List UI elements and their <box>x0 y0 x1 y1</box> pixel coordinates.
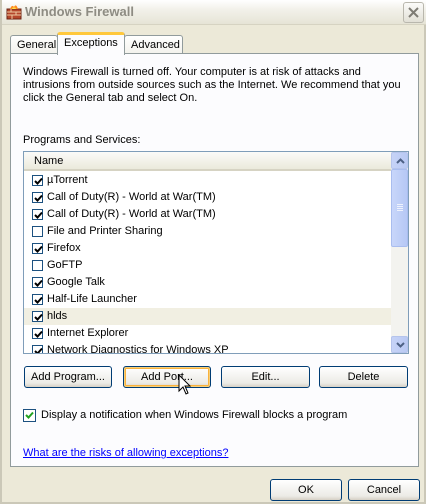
item-label: GoFTP <box>47 259 83 271</box>
chevron-down-icon <box>396 342 405 348</box>
exceptions-panel: Windows Firewall is turned off. Your com… <box>10 53 419 467</box>
notify-label[interactable]: Display a notification when Windows Fire… <box>41 409 347 421</box>
tab-general[interactable]: General <box>10 35 58 54</box>
grip-line <box>397 210 403 211</box>
list-item[interactable]: GoFTP <box>24 257 391 274</box>
checkmark-icon <box>34 194 43 202</box>
checkmark-icon <box>34 279 43 287</box>
checkmark-icon <box>34 313 43 321</box>
item-checkbox[interactable] <box>32 192 43 203</box>
ok-button[interactable]: OK <box>270 479 342 501</box>
item-checkbox[interactable] <box>32 175 43 186</box>
close-icon <box>408 7 419 18</box>
tab-advanced-label: Advanced <box>131 39 180 51</box>
list-item[interactable]: Internet Explorer <box>24 325 391 342</box>
programs-label: Programs and Services: <box>23 134 141 146</box>
title-bar[interactable]: Windows Firewall <box>2 0 426 25</box>
edit-button[interactable]: Edit... <box>221 366 310 388</box>
list-item[interactable]: Network Diagnostics for Windows XP <box>24 342 391 354</box>
item-label: File and Printer Sharing <box>47 225 163 237</box>
item-label: µTorrent <box>47 174 88 186</box>
risks-help-link[interactable]: What are the risks of allowing exception… <box>23 447 228 459</box>
add-program-button[interactable]: Add Program... <box>24 366 112 388</box>
add-port-button[interactable]: Add Port... <box>123 366 211 388</box>
checkmark-icon <box>34 177 43 185</box>
item-label: hlds <box>47 310 68 322</box>
item-label: Half-Life Launcher <box>47 293 137 305</box>
list-item[interactable]: Firefox <box>24 240 391 257</box>
window-title: Windows Firewall <box>25 4 134 19</box>
tab-exceptions-label: Exceptions <box>64 37 118 49</box>
list-item[interactable]: Call of Duty(R) - World at War(TM) <box>24 189 391 206</box>
scroll-down-button[interactable] <box>391 336 408 353</box>
notify-checkbox[interactable] <box>23 409 36 422</box>
firewall-warning-text: Windows Firewall is turned off. Your com… <box>23 66 401 104</box>
vertical-scrollbar[interactable] <box>391 152 408 353</box>
item-checkbox[interactable] <box>32 345 43 353</box>
close-button[interactable] <box>403 2 424 23</box>
tab-advanced[interactable]: Advanced <box>124 35 183 54</box>
item-label: Call of Duty(R) - World at War(TM) <box>47 191 216 203</box>
column-header-name[interactable]: Name <box>24 152 391 171</box>
item-checkbox[interactable] <box>32 328 43 339</box>
tab-exceptions[interactable]: Exceptions <box>57 32 125 55</box>
item-checkbox[interactable] <box>32 209 43 220</box>
item-label: Firefox <box>47 242 81 254</box>
program-rows: µTorrent Call of Duty(R) - World at War(T… <box>24 172 391 354</box>
item-label: Google Talk <box>47 276 105 288</box>
list-item[interactable]: File and Printer Sharing <box>24 223 391 240</box>
list-item[interactable]: Google Talk <box>24 274 391 291</box>
programs-list[interactable]: Name µTorrent Call of Duty(R) - World at … <box>23 151 409 354</box>
checkmark-icon <box>34 296 43 304</box>
list-item[interactable]: hlds <box>24 308 391 325</box>
item-checkbox[interactable] <box>32 243 43 254</box>
checkmark-icon <box>34 330 43 338</box>
chevron-up-icon <box>396 158 405 164</box>
checkmark-icon <box>25 411 34 419</box>
firewall-app-icon <box>6 4 22 20</box>
item-label: Network Diagnostics for Windows XP <box>47 344 229 354</box>
item-checkbox[interactable] <box>32 260 43 271</box>
firewall-window: Windows Firewall General Exceptions Adva… <box>0 0 426 504</box>
checkmark-icon <box>34 211 43 219</box>
list-item[interactable]: µTorrent <box>24 172 391 189</box>
list-item[interactable]: Half-Life Launcher <box>24 291 391 308</box>
item-label: Internet Explorer <box>47 327 129 339</box>
item-label: Call of Duty(R) - World at War(TM) <box>47 208 216 220</box>
item-checkbox[interactable] <box>32 294 43 305</box>
checkmark-icon <box>34 245 43 253</box>
delete-button[interactable]: Delete <box>319 366 408 388</box>
cancel-button[interactable]: Cancel <box>348 479 420 501</box>
list-item[interactable]: Call of Duty(R) - World at War(TM) <box>24 206 391 223</box>
grip-line <box>397 204 403 205</box>
grip-line <box>397 206 403 207</box>
item-checkbox[interactable] <box>32 311 43 322</box>
scroll-up-button[interactable] <box>391 152 408 169</box>
scroll-thumb[interactable] <box>391 169 408 247</box>
checkmark-icon <box>34 347 43 353</box>
item-checkbox[interactable] <box>32 226 43 237</box>
mouse-pointer-icon <box>178 373 192 399</box>
grip-line <box>397 208 403 209</box>
item-checkbox[interactable] <box>32 277 43 288</box>
column-header-label: Name <box>34 155 64 167</box>
tab-general-label: General <box>17 39 57 51</box>
